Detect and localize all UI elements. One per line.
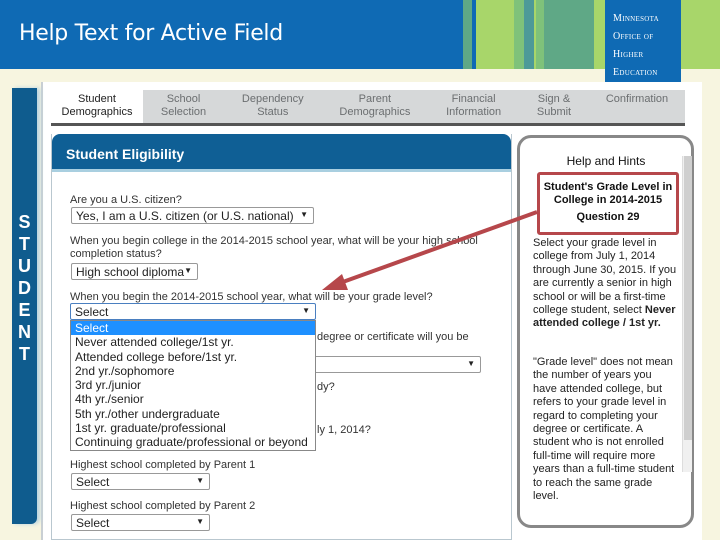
question-study-partial: dy? [317, 381, 335, 393]
decor-stripe [514, 0, 524, 69]
question-hs-status-cont: completion status? [70, 248, 162, 260]
side-letter: N [18, 322, 31, 342]
dropdown-arrow-icon: ▼ [196, 517, 204, 526]
grade-level-options[interactable]: Select Never attended college/1st yr. At… [70, 320, 316, 451]
tab-label: Student [78, 93, 116, 105]
tab-label: Information [446, 106, 502, 118]
logo-line: Minnesota [613, 13, 660, 24]
help-scrollbar[interactable] [682, 156, 692, 472]
question-parent1: Highest school completed by Parent 1 [70, 459, 256, 471]
dropdown-arrow-icon: ▼ [302, 306, 310, 315]
help-topic-box: Student's Grade Level in College in 2014… [537, 172, 679, 235]
tab-school-selection[interactable]: School Selection [143, 90, 224, 123]
help-paragraph-2: "Grade level" does not mean the number o… [533, 356, 675, 503]
tab-label: Confirmation [605, 93, 669, 105]
tab-label: Financial [451, 93, 496, 105]
section-title: Student Eligibility [52, 134, 511, 172]
help-topic-line: Student's Grade Level in [543, 181, 673, 193]
slide-title: Help Text for Active Field [19, 21, 283, 46]
help-paragraph-1: Select your grade level in college from … [533, 237, 678, 331]
option[interactable]: 4th yr./senior [71, 392, 315, 406]
tab-parent-demographics[interactable]: Parent Demographics [322, 90, 429, 123]
ohe-logo: Minnesota Office of Higher Education [605, 0, 681, 82]
decor-stripe [544, 0, 594, 69]
dropdown-arrow-icon: ▼ [196, 476, 204, 485]
hs-status-select[interactable]: High school diploma ▼ [71, 263, 198, 280]
parent1-select[interactable]: Select ▼ [71, 473, 210, 490]
tab-label: Parent [358, 93, 392, 105]
question-date-partial: ly 1, 2014? [317, 424, 371, 436]
decor-stripe [681, 0, 720, 69]
help-topic-line: College in 2014-2015 [553, 194, 663, 206]
tab-student-demographics[interactable]: Student Demographics [51, 90, 143, 123]
tab-confirmation[interactable]: Confirmation [589, 90, 685, 123]
tab-dependency-status[interactable]: Dependency Status [224, 90, 322, 123]
option[interactable]: 5th yr./other undergraduate [71, 407, 315, 421]
select-value: Select [75, 305, 109, 319]
option[interactable]: 1st yr. graduate/professional [71, 421, 315, 435]
option[interactable]: 3rd yr./junior [71, 378, 315, 392]
question-grade-level: When you begin the 2014-2015 school year… [70, 291, 433, 303]
side-letter: T [19, 344, 30, 364]
grade-level-select[interactable]: Select ▼ [70, 303, 316, 320]
tab-sign-submit[interactable]: Sign & Submit [519, 90, 589, 123]
question-degree-partial: degree or certificate will you be [317, 331, 469, 343]
side-letter: E [18, 300, 31, 320]
step-tabs: Student Demographics School Selection Depe… [51, 90, 685, 126]
decor-stripe [463, 0, 472, 69]
tab-label: Dependency [241, 93, 304, 105]
option[interactable]: 2nd yr./sophomore [71, 364, 315, 378]
select-value: High school diploma [76, 265, 185, 279]
section-side-tab: S T U D E N T [12, 88, 37, 524]
logo-line: Education [613, 67, 658, 78]
tab-label: Demographics [61, 106, 133, 118]
side-letter: T [19, 234, 30, 254]
logo-line: Office of [613, 31, 654, 42]
dropdown-arrow-icon: ▼ [467, 359, 475, 368]
tab-financial-information[interactable]: Financial Information [428, 90, 519, 123]
question-citizen: Are you a U.S. citizen? [70, 194, 182, 206]
degree-select[interactable]: ▼ [300, 356, 481, 373]
side-letter: D [18, 278, 31, 298]
decor-stripe [524, 0, 534, 69]
dropdown-arrow-icon: ▼ [184, 266, 192, 275]
tab-label: Selection [160, 106, 207, 118]
option[interactable]: Select [71, 321, 315, 336]
tab-label: Sign & [537, 93, 571, 105]
select-value: Select [76, 475, 110, 489]
dropdown-arrow-icon: ▼ [300, 210, 308, 219]
option[interactable]: Never attended college/1st yr. [71, 335, 315, 349]
select-value: Yes, I am a U.S. citizen (or U.S. nation… [76, 209, 294, 223]
logo-line: Higher [613, 49, 644, 60]
citizen-select[interactable]: Yes, I am a U.S. citizen (or U.S. nation… [71, 207, 314, 224]
option[interactable]: Attended college before/1st yr. [71, 350, 315, 364]
scrollbar-thumb[interactable] [684, 156, 692, 440]
question-hs-status: When you begin college in the 2014-2015 … [70, 235, 478, 247]
tab-label: School [166, 93, 201, 105]
select-value: Select [76, 516, 110, 530]
option[interactable]: Continuing graduate/professional or beyo… [71, 435, 315, 449]
question-parent2: Highest school completed by Parent 2 [70, 500, 256, 512]
tab-label: Status [257, 106, 289, 118]
help-title: Help and Hints [566, 154, 646, 168]
side-letter: U [18, 256, 31, 276]
tab-label: Demographics [339, 106, 411, 118]
parent2-select[interactable]: Select ▼ [71, 514, 210, 531]
help-question-number: Question 29 [576, 211, 640, 223]
tab-label: Submit [536, 106, 572, 118]
side-letter: S [18, 212, 31, 232]
